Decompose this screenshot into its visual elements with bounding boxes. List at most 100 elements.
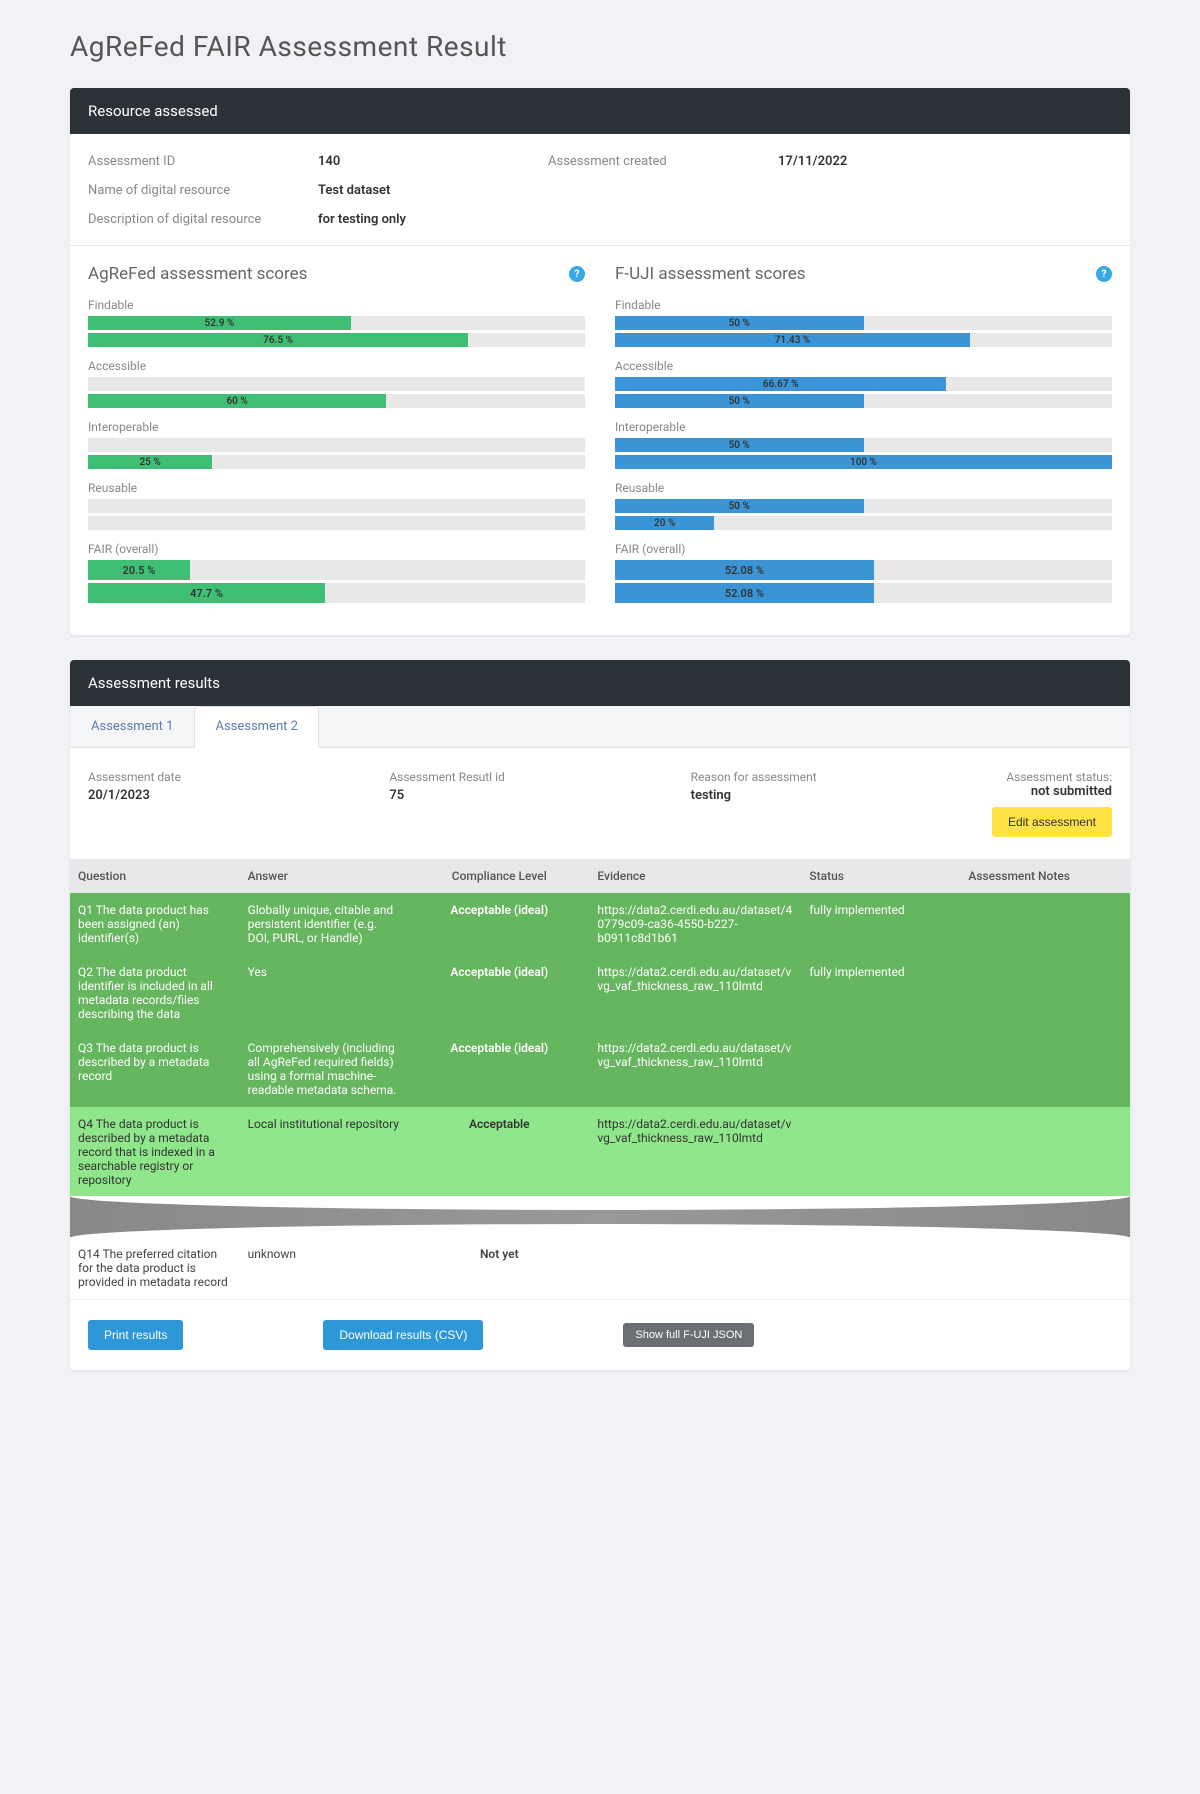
cell-answer: Globally unique, citable and persistent …	[240, 893, 410, 955]
assessment-id-value: 140	[318, 154, 518, 169]
score-group: FAIR (overall)20.5 %47.7 %	[88, 542, 585, 603]
show-fuji-json-button[interactable]: Show full F-UJI JSON	[623, 1323, 754, 1347]
bar-fill: 20.5 %	[88, 560, 190, 580]
bar-track: 71.43 %	[615, 333, 1112, 347]
bar-fill: 66.67 %	[615, 377, 946, 391]
cell-evidence: https://data2.cerdi.edu.au/dataset/vvg_v…	[589, 1107, 801, 1197]
cell-notes	[960, 893, 1130, 955]
rid-value: 75	[389, 788, 670, 803]
created-label: Assessment created	[548, 154, 748, 169]
th-answer: Answer	[240, 859, 410, 893]
help-icon[interactable]: ?	[569, 266, 585, 282]
score-group: Findable 50 % 71.43 %	[615, 298, 1112, 347]
table-row: Q14 The preferred citation for the data …	[70, 1237, 1130, 1300]
cell-answer: Yes	[240, 955, 410, 1031]
cell-notes	[960, 1107, 1130, 1197]
score-label: Reusable	[88, 481, 585, 495]
cell-answer: Comprehensively (including all AgReFed r…	[240, 1031, 410, 1107]
bar-fill: 60 %	[88, 394, 386, 408]
bar-track: 66.67 %	[615, 377, 1112, 391]
content-break	[70, 1197, 1130, 1237]
status-label: Assessment status:	[992, 770, 1112, 784]
bar-track: 47.7 %	[88, 583, 585, 603]
cell-answer: Local institutional repository	[240, 1107, 410, 1197]
bar-track	[88, 516, 585, 530]
bar-fill: 52.08 %	[615, 583, 874, 603]
reason-label: Reason for assessment	[691, 770, 972, 784]
resource-header: Resource assessed	[70, 88, 1130, 134]
bar-fill: 50 %	[615, 438, 864, 452]
cell-question: Q4 The data product is described by a me…	[70, 1107, 240, 1197]
desc-label: Description of digital resource	[88, 212, 288, 227]
bar-track: 100 %	[615, 455, 1112, 469]
bar-track: 20 %	[615, 516, 1112, 530]
cell-compliance: Acceptable (ideal)	[409, 893, 589, 955]
score-label: Accessible	[615, 359, 1112, 373]
desc-value: for testing only	[318, 212, 518, 227]
score-label: Findable	[615, 298, 1112, 312]
cell-compliance: Not yet	[409, 1237, 589, 1300]
bar-fill: 20 %	[615, 516, 714, 530]
help-icon[interactable]: ?	[1096, 266, 1112, 282]
bar-track	[88, 499, 585, 513]
cell-notes	[960, 955, 1130, 1031]
bar-fill: 52.08 %	[615, 560, 874, 580]
score-label: Interoperable	[88, 420, 585, 434]
score-group: Interoperable 25 %	[88, 420, 585, 469]
cell-compliance: Acceptable	[409, 1107, 589, 1197]
score-label: Accessible	[88, 359, 585, 373]
score-label: Interoperable	[615, 420, 1112, 434]
cell-answer: unknown	[240, 1237, 410, 1300]
cell-question: Q14 The preferred citation for the data …	[70, 1237, 240, 1300]
table-row: Q2 The data product identifier is includ…	[70, 955, 1130, 1031]
cell-status: fully implemented	[801, 955, 960, 1031]
name-label: Name of digital resource	[88, 183, 288, 198]
table-row: Q4 The data product is described by a me…	[70, 1107, 1130, 1197]
tab-assessment-2[interactable]: Assessment 2	[194, 706, 318, 748]
bar-track: 50 %	[615, 394, 1112, 408]
th-evidence: Evidence	[589, 859, 801, 893]
agrefed-scores: AgReFed assessment scores ? Findable52.9…	[88, 264, 585, 615]
th-notes: Assessment Notes	[960, 859, 1130, 893]
score-group: Accessible 66.67 % 50 %	[615, 359, 1112, 408]
score-label: FAIR (overall)	[615, 542, 1112, 556]
score-label: Reusable	[615, 481, 1112, 495]
bar-track	[88, 377, 585, 391]
date-label: Assessment date	[88, 770, 369, 784]
cell-status	[801, 1107, 960, 1197]
score-group: Findable52.9 %76.5 %	[88, 298, 585, 347]
assessment-id-label: Assessment ID	[88, 154, 288, 169]
download-csv-button[interactable]: Download results (CSV)	[323, 1320, 483, 1350]
print-results-button[interactable]: Print results	[88, 1320, 183, 1350]
results-header: Assessment results	[70, 660, 1130, 706]
resource-card: Resource assessed Assessment ID 140 Asse…	[70, 88, 1130, 635]
score-group: Reusable	[88, 481, 585, 530]
cell-status	[801, 1237, 960, 1300]
score-group: Interoperable 50 % 100 %	[615, 420, 1112, 469]
tabs: Assessment 1 Assessment 2	[70, 706, 1130, 748]
bar-fill: 50 %	[615, 316, 864, 330]
tab-assessment-1[interactable]: Assessment 1	[70, 706, 194, 747]
date-value: 20/1/2023	[88, 788, 369, 803]
page-title: AgReFed FAIR Assessment Result	[70, 30, 1130, 63]
status-value: not submitted	[992, 784, 1112, 799]
bar-fill: 50 %	[615, 499, 864, 513]
table-row: Q3 The data product is described by a me…	[70, 1031, 1130, 1107]
cell-evidence: https://data2.cerdi.edu.au/dataset/vvg_v…	[589, 1031, 801, 1107]
th-compliance: Compliance Level	[409, 859, 589, 893]
cell-notes	[960, 1237, 1130, 1300]
bar-fill: 25 %	[88, 455, 212, 469]
cell-question: Q3 The data product is described by a me…	[70, 1031, 240, 1107]
edit-assessment-button[interactable]: Edit assessment	[992, 807, 1112, 837]
bar-fill: 76.5 %	[88, 333, 468, 347]
bar-fill: 50 %	[615, 394, 864, 408]
name-value: Test dataset	[318, 183, 518, 198]
bar-track: 50 %	[615, 316, 1112, 330]
bar-track: 50 %	[615, 499, 1112, 513]
cell-status: fully implemented	[801, 893, 960, 955]
cell-question: Q2 The data product identifier is includ…	[70, 955, 240, 1031]
th-status: Status	[801, 859, 960, 893]
rid-label: Assessment Resutl id	[389, 770, 670, 784]
cell-status	[801, 1031, 960, 1107]
fuji-scores: F-UJI assessment scores ? Findable50 %71…	[615, 264, 1112, 615]
